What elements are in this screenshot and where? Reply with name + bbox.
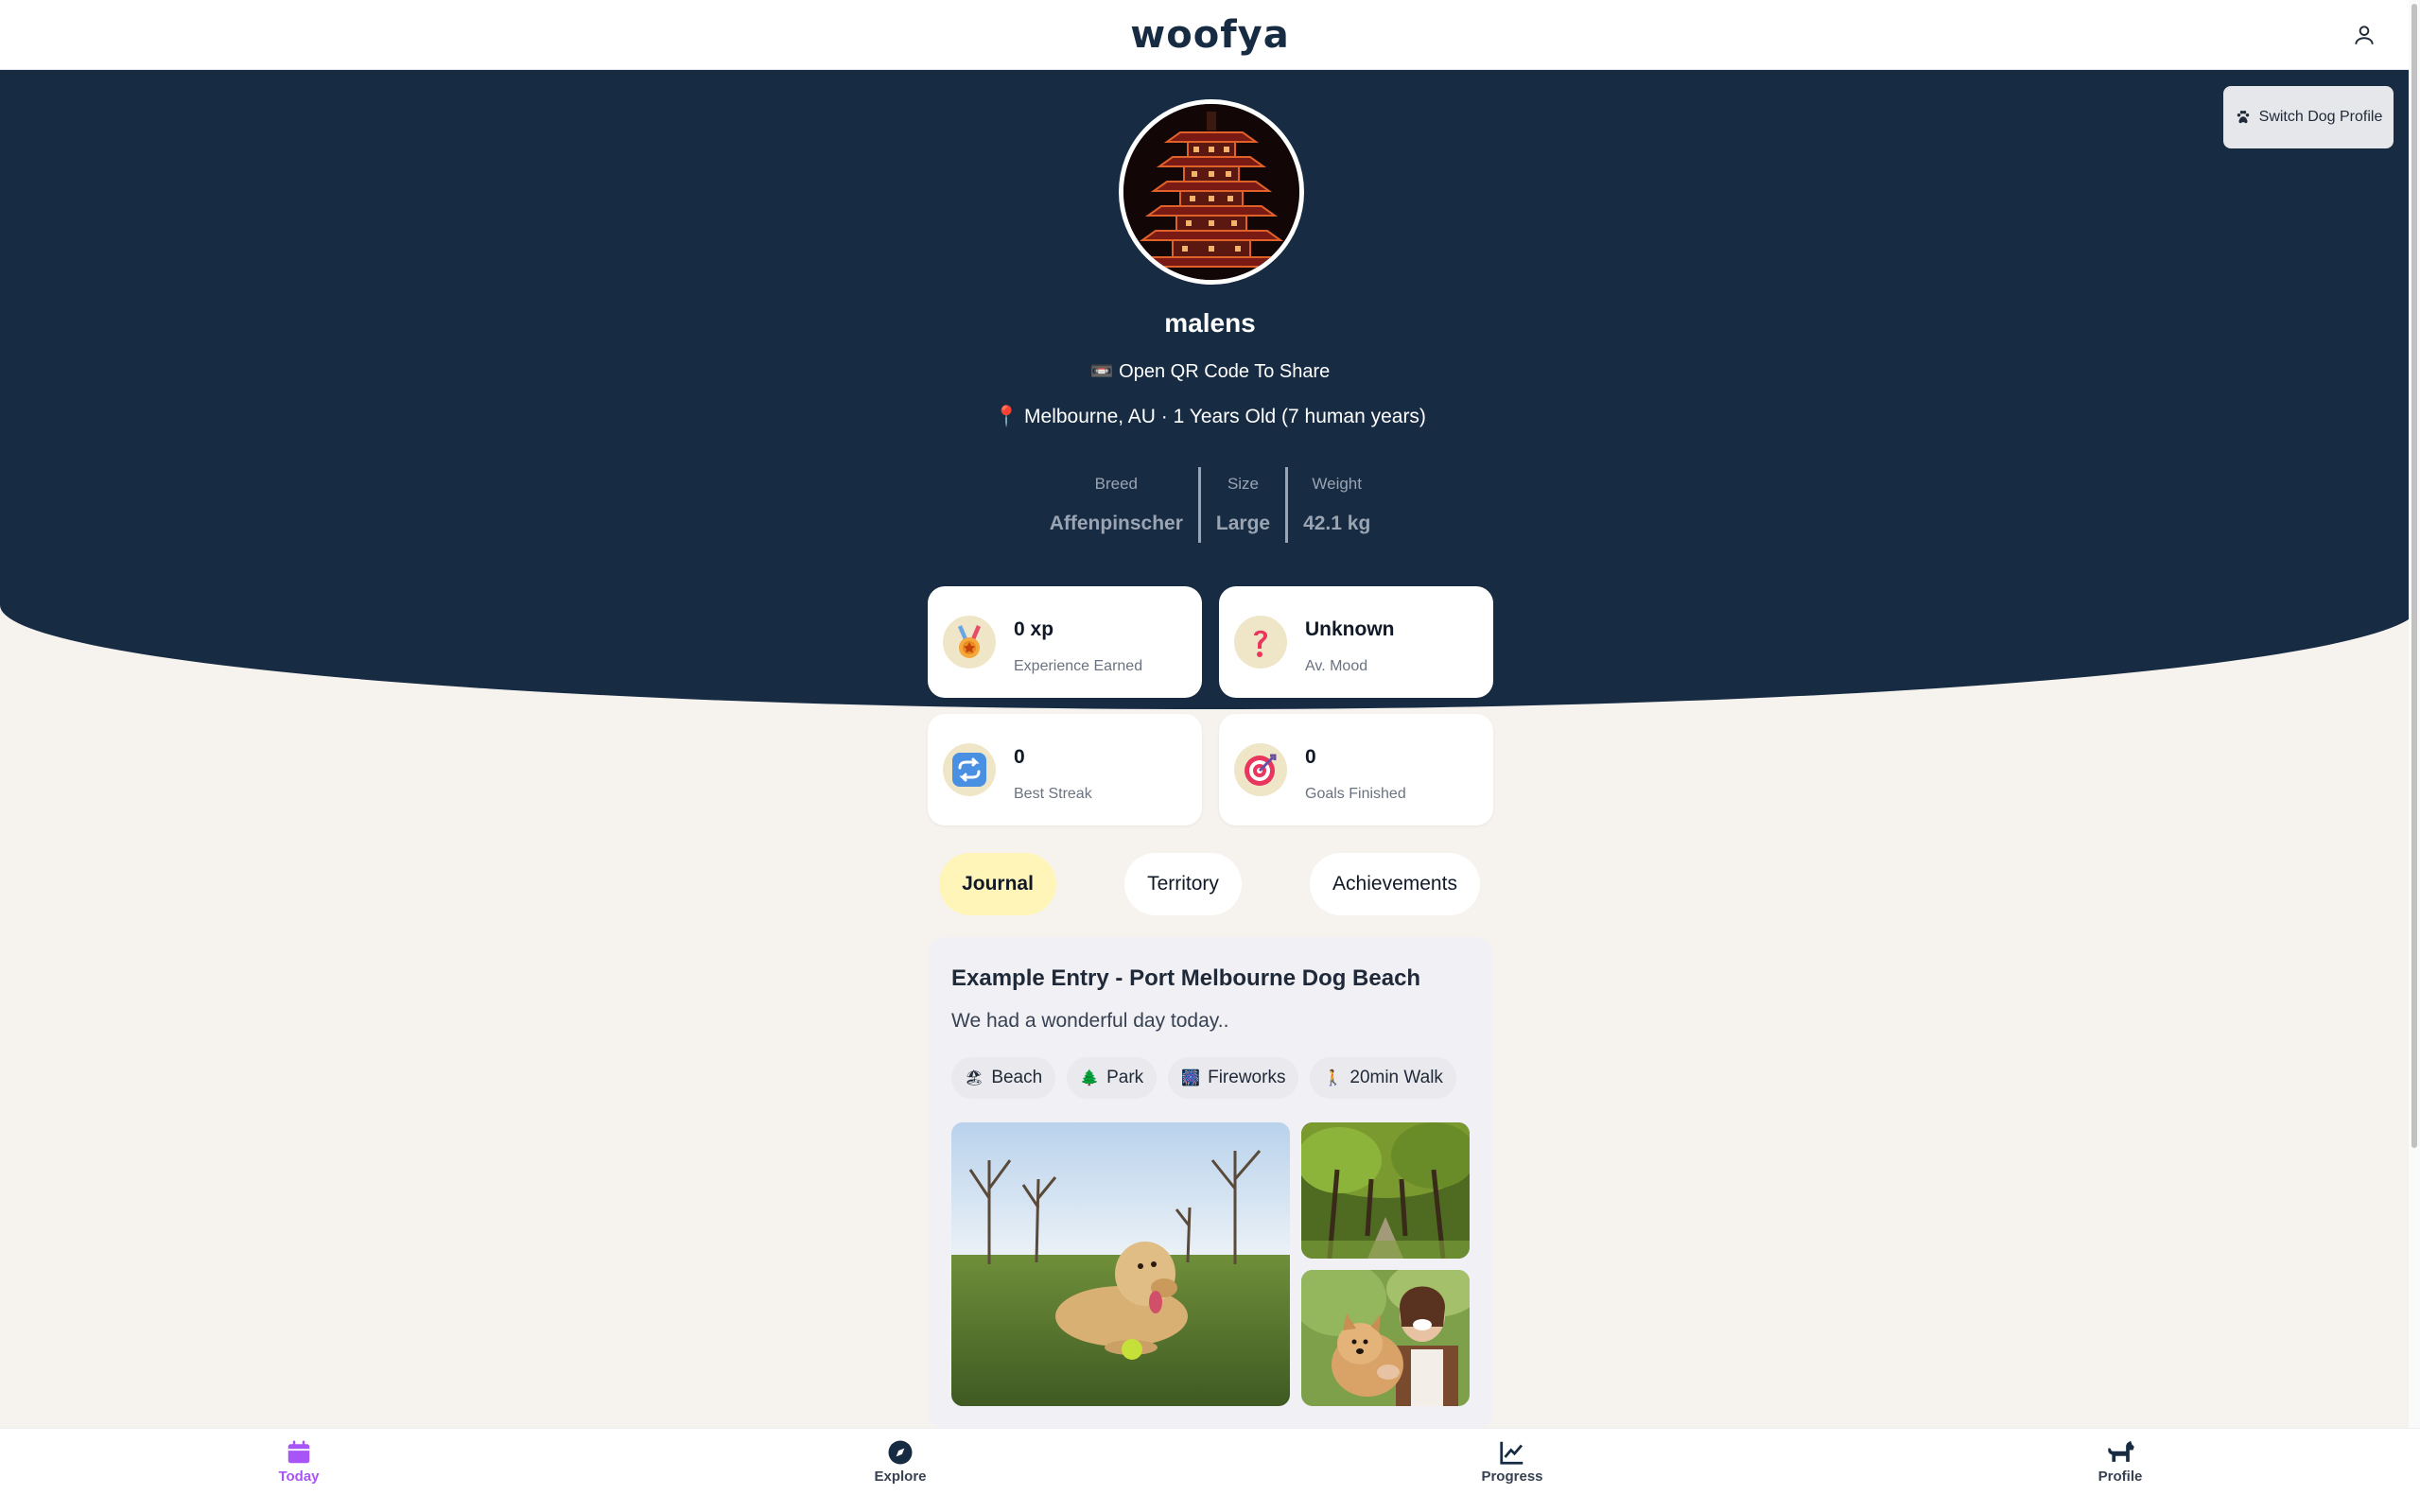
entry-photo-woman-puppy[interactable] bbox=[1301, 1270, 1470, 1406]
stat-label: Breed bbox=[1094, 475, 1138, 493]
nav-explore[interactable]: Explore bbox=[834, 1438, 966, 1485]
entry-photo-park[interactable] bbox=[1301, 1122, 1470, 1259]
dog-stats: Breed Affenpinscher Size Large Weight 42… bbox=[0, 467, 2420, 543]
mood-card[interactable]: Unknown Av. Mood bbox=[1219, 586, 1493, 698]
tag-park[interactable]: 🌲 Park bbox=[1067, 1057, 1158, 1099]
nav-label: Today bbox=[278, 1469, 320, 1485]
question-icon bbox=[1234, 616, 1287, 669]
experience-value: 0 xp bbox=[1014, 618, 1054, 640]
experience-card[interactable]: 0 xp Experience Earned bbox=[928, 586, 1202, 698]
nav-label: Profile bbox=[2098, 1469, 2143, 1485]
repeat-icon bbox=[943, 743, 996, 796]
stat-breed: Breed Affenpinscher bbox=[1035, 467, 1198, 543]
tag-beach[interactable]: 🏖 Beach bbox=[951, 1057, 1056, 1099]
streak-value: 0 bbox=[1014, 746, 1025, 768]
goals-value: 0 bbox=[1305, 746, 1316, 768]
switch-dog-profile-button[interactable]: Switch Dog Profile bbox=[2223, 86, 2394, 148]
beach-icon: 🏖 bbox=[965, 1070, 984, 1086]
streak-label: Best Streak bbox=[1014, 786, 1092, 802]
nav-progress[interactable]: Progress bbox=[1446, 1438, 1578, 1485]
entry-photo-dog-grass[interactable] bbox=[951, 1122, 1290, 1406]
open-qr-code-link[interactable]: 📼 Open QR Code To Share bbox=[0, 359, 2420, 383]
stat-label: Weight bbox=[1312, 475, 1362, 493]
goals-card[interactable]: 0 Goals Finished bbox=[1219, 714, 1493, 826]
stat-label: Size bbox=[1227, 475, 1260, 493]
dog-name: malens bbox=[1164, 308, 1256, 338]
tab-territory[interactable]: Territory bbox=[1124, 853, 1242, 915]
location-age: 📍 Melbourne, AU · 1 Years Old (7 human y… bbox=[994, 406, 1426, 427]
tag-walk[interactable]: 🚶 20min Walk bbox=[1310, 1057, 1456, 1099]
tab-journal[interactable]: Journal bbox=[939, 853, 1056, 915]
top-bar: woofya bbox=[0, 0, 2420, 70]
page-scrollbar[interactable] bbox=[2409, 0, 2420, 1428]
user-icon[interactable] bbox=[2352, 23, 2376, 47]
dog-icon bbox=[2108, 1440, 2134, 1462]
calendar-icon bbox=[287, 1440, 310, 1464]
tag-label: 20min Walk bbox=[1349, 1068, 1443, 1087]
fireworks-icon: 🎆 bbox=[1181, 1070, 1201, 1086]
tree-icon: 🌲 bbox=[1080, 1070, 1100, 1086]
tag-fireworks[interactable]: 🎆 Fireworks bbox=[1168, 1057, 1299, 1099]
mood-label: Av. Mood bbox=[1305, 658, 1368, 674]
stat-weight: Weight 42.1 kg bbox=[1288, 467, 1385, 543]
medal-icon bbox=[943, 616, 996, 669]
chart-icon bbox=[1500, 1441, 1523, 1465]
switch-dog-profile-label: Switch Dog Profile bbox=[2258, 109, 2383, 125]
app-logo[interactable]: woofya bbox=[1130, 13, 1289, 57]
scrollbar-thumb[interactable] bbox=[2411, 4, 2417, 1148]
goals-label: Goals Finished bbox=[1305, 786, 1406, 802]
mood-value: Unknown bbox=[1305, 618, 1395, 640]
journal-entry[interactable]: Example Entry - Port Melbourne Dog Beach… bbox=[928, 937, 1493, 1429]
nav-today[interactable]: Today bbox=[233, 1438, 365, 1485]
entry-tags: 🏖 Beach 🌲 Park 🎆 Fireworks 🚶 20min Walk bbox=[951, 1057, 1456, 1099]
tab-achievements[interactable]: Achievements bbox=[1310, 853, 1480, 915]
nav-label: Progress bbox=[1481, 1469, 1543, 1485]
stat-value: Large bbox=[1215, 513, 1271, 534]
dog-avatar[interactable] bbox=[1119, 99, 1304, 285]
tag-label: Beach bbox=[991, 1068, 1043, 1087]
pagoda-image bbox=[1123, 104, 1299, 280]
tag-label: Park bbox=[1106, 1068, 1144, 1087]
entry-text: We had a wonderful day today.. bbox=[951, 1010, 1229, 1032]
stat-size: Size Large bbox=[1201, 467, 1285, 543]
nav-profile[interactable]: Profile bbox=[2054, 1438, 2186, 1485]
bottom-navigation: Today Explore Progress Profile bbox=[0, 1428, 2420, 1512]
nav-label: Explore bbox=[874, 1469, 927, 1485]
target-icon bbox=[1234, 743, 1287, 796]
stat-value: 42.1 kg bbox=[1303, 513, 1371, 534]
experience-label: Experience Earned bbox=[1014, 658, 1143, 674]
tag-label: Fireworks bbox=[1208, 1068, 1286, 1087]
walking-icon: 🚶 bbox=[1323, 1070, 1343, 1086]
paw-icon bbox=[2237, 111, 2249, 124]
streak-card[interactable]: 0 Best Streak bbox=[928, 714, 1202, 826]
stat-value: Affenpinscher bbox=[1049, 513, 1183, 534]
entry-title: Example Entry - Port Melbourne Dog Beach bbox=[951, 965, 1421, 991]
compass-icon bbox=[888, 1440, 913, 1465]
